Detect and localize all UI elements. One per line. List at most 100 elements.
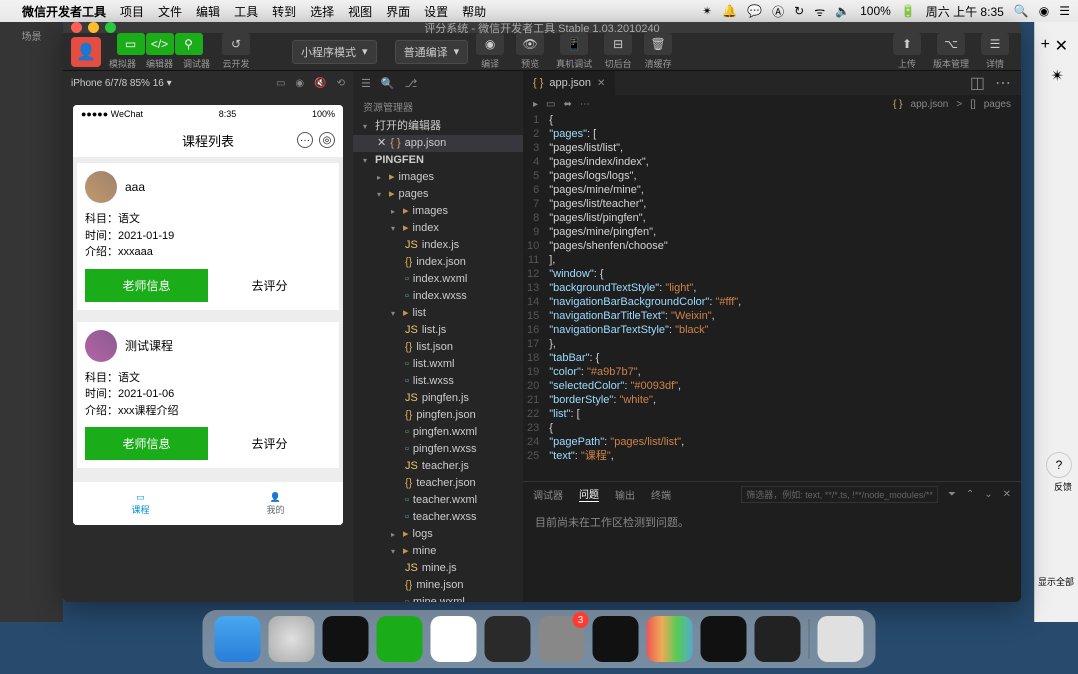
file-item[interactable]: ▫pingfen.wxss xyxy=(353,441,523,458)
dock-webstorm-icon[interactable] xyxy=(485,616,531,662)
file-item[interactable]: ▫teacher.wxml xyxy=(353,492,523,509)
tab-debugger[interactable]: 调试器 xyxy=(533,487,563,502)
editor-tab[interactable]: { }app.json✕ xyxy=(523,71,615,95)
file-item[interactable]: {}index.json xyxy=(353,254,523,271)
folder-pages[interactable]: ▾▸pages xyxy=(353,186,523,203)
new-tab-icon[interactable]: + xyxy=(1041,36,1050,54)
dock-chrome-icon[interactable] xyxy=(431,616,477,662)
file-item[interactable]: JSindex.js xyxy=(353,237,523,254)
compile-button[interactable]: ◉ xyxy=(476,33,504,55)
datetime[interactable]: 周六 上午 8:35 xyxy=(926,3,1004,20)
cloud-button[interactable]: ↺ xyxy=(222,33,250,55)
menu-file[interactable]: 文件 xyxy=(158,3,182,20)
preview-button[interactable]: 👁 xyxy=(516,33,544,55)
folder-images[interactable]: ▸▸images xyxy=(353,203,523,220)
file-item[interactable]: JSteacher.js xyxy=(353,458,523,475)
more-icon[interactable]: ⋯ xyxy=(995,73,1011,93)
tab-problems[interactable]: 问题 xyxy=(579,486,599,502)
list-icon[interactable]: ☰ xyxy=(1059,4,1070,18)
cut-bg-button[interactable]: ⊟ xyxy=(604,33,632,55)
clear-cache-button[interactable]: 🗑 xyxy=(644,33,672,55)
teacher-info-button[interactable]: 老师信息 xyxy=(85,269,208,302)
close-tab-icon[interactable]: ✕ xyxy=(597,78,605,89)
feedback-button[interactable]: ? xyxy=(1046,452,1072,478)
show-all-label[interactable]: 显示全部 xyxy=(1038,575,1074,588)
device-select[interactable]: iPhone 6/7/8 85% 16 ▾ xyxy=(71,78,172,89)
menu-edit[interactable]: 编辑 xyxy=(196,3,220,20)
menu-view[interactable]: 视图 xyxy=(348,3,372,20)
file-item[interactable]: ▫list.wxss xyxy=(353,373,523,390)
dock-terminal-icon[interactable] xyxy=(701,616,747,662)
file-item[interactable]: ▫pingfen.wxml xyxy=(353,424,523,441)
menu-select[interactable]: 选择 xyxy=(310,3,334,20)
menu-goto[interactable]: 转到 xyxy=(272,3,296,20)
capsule-close-icon[interactable]: ◎ xyxy=(319,132,335,148)
sim-phone-icon[interactable]: ▭ xyxy=(276,78,285,89)
file-item[interactable]: JSmine.js xyxy=(353,560,523,577)
explorer-search-icon[interactable]: 🔍 xyxy=(381,77,395,90)
code-editor[interactable]: 1234567891011121314151617181920212223242… xyxy=(523,113,1021,481)
dock-chart-icon[interactable] xyxy=(647,616,693,662)
filter-icon[interactable]: ⏷ xyxy=(948,489,956,500)
clock-icon[interactable]: ↻ xyxy=(794,4,804,18)
file-item[interactable]: ▫index.wxss xyxy=(353,288,523,305)
version-button[interactable]: ⌥ xyxy=(937,33,965,55)
dock-qq-icon[interactable] xyxy=(323,616,369,662)
open-editor-file[interactable]: ✕{ }app.json xyxy=(353,135,523,152)
close-tab-icon[interactable]: ✕ xyxy=(1055,36,1068,56)
siri-icon[interactable]: ◉ xyxy=(1039,4,1049,18)
dock-wechat-icon[interactable] xyxy=(377,616,423,662)
menu-project[interactable]: 项目 xyxy=(120,3,144,20)
tab-output[interactable]: 输出 xyxy=(615,487,635,502)
file-item[interactable]: {}mine.json xyxy=(353,577,523,594)
dock-stats-icon[interactable] xyxy=(593,616,639,662)
file-item[interactable]: {}pingfen.json xyxy=(353,407,523,424)
traffic-lights[interactable] xyxy=(71,22,116,33)
dock-settings-icon[interactable]: 3 xyxy=(539,616,585,662)
course-card[interactable]: 测试课程 科目：语文 时间：2021-01-06 介绍：xxx课程介绍 老师信息… xyxy=(77,322,339,469)
bell-icon[interactable]: 🔔 xyxy=(722,4,737,18)
explorer-list-icon[interactable]: ☰ xyxy=(361,77,371,90)
dock-launchpad-icon[interactable] xyxy=(269,616,315,662)
rate-button[interactable]: 去评分 xyxy=(208,269,331,302)
collapse-icon[interactable]: ⌃ xyxy=(966,489,974,500)
status-icon[interactable]: ✴ xyxy=(702,4,712,18)
upload-button[interactable]: ⬆ xyxy=(893,33,921,55)
split-editor-icon[interactable]: ◫ xyxy=(970,73,985,93)
a-icon[interactable]: Ⓐ xyxy=(772,3,784,20)
sim-mute-icon[interactable]: 🔇 xyxy=(314,78,326,89)
menu-tools[interactable]: 工具 xyxy=(234,3,258,20)
explorer-git-icon[interactable]: ⎇ xyxy=(405,77,418,90)
tab-terminal[interactable]: 终端 xyxy=(651,487,671,502)
tab-mine[interactable]: 👤我的 xyxy=(208,482,343,525)
menu-interface[interactable]: 界面 xyxy=(386,3,410,20)
folder-index[interactable]: ▾▸index xyxy=(353,220,523,237)
dock-finder-icon[interactable] xyxy=(215,616,261,662)
course-card[interactable]: aaa 科目：语文 时间：2021-01-19 介绍：xxxaaa 老师信息 去… xyxy=(77,163,339,310)
close-icon[interactable] xyxy=(71,22,82,33)
mode-select[interactable]: 小程序模式▾ xyxy=(292,40,377,64)
breadcrumb[interactable]: ▸▭⬌⋯ { }app.json>[]pages xyxy=(523,95,1021,113)
minimize-icon[interactable] xyxy=(88,22,99,33)
simulator-button[interactable]: ▭ xyxy=(117,33,145,55)
file-item[interactable]: ▫teacher.wxss xyxy=(353,509,523,526)
dock-trash-icon[interactable] xyxy=(818,616,864,662)
teacher-info-button[interactable]: 老师信息 xyxy=(85,427,208,460)
volume-icon[interactable]: 🔈 xyxy=(835,4,850,18)
app-avatar-icon[interactable]: 👤 xyxy=(71,37,101,67)
zoom-icon[interactable] xyxy=(105,22,116,33)
remote-debug-button[interactable]: 📱 xyxy=(560,33,588,55)
sim-rotate-icon[interactable]: ⟲ xyxy=(337,78,345,89)
tab-courses[interactable]: ▭课程 xyxy=(73,482,208,525)
menu-settings[interactable]: 设置 xyxy=(424,3,448,20)
sim-record-icon[interactable]: ◉ xyxy=(295,78,304,89)
file-item[interactable]: ▫list.wxml xyxy=(353,356,523,373)
project-root[interactable]: ▾PINGFEN xyxy=(353,152,523,169)
capsule-menu-icon[interactable]: ··· xyxy=(297,132,313,148)
debugger-button[interactable]: ⚲ xyxy=(175,33,203,55)
extension-icon[interactable]: ✴ xyxy=(1051,66,1064,86)
close-panel-icon[interactable]: ✕ xyxy=(1003,489,1011,500)
dock-obs-icon[interactable] xyxy=(755,616,801,662)
folder-logs[interactable]: ▸▸logs xyxy=(353,526,523,543)
file-item[interactable]: ▫mine.wxml xyxy=(353,594,523,602)
